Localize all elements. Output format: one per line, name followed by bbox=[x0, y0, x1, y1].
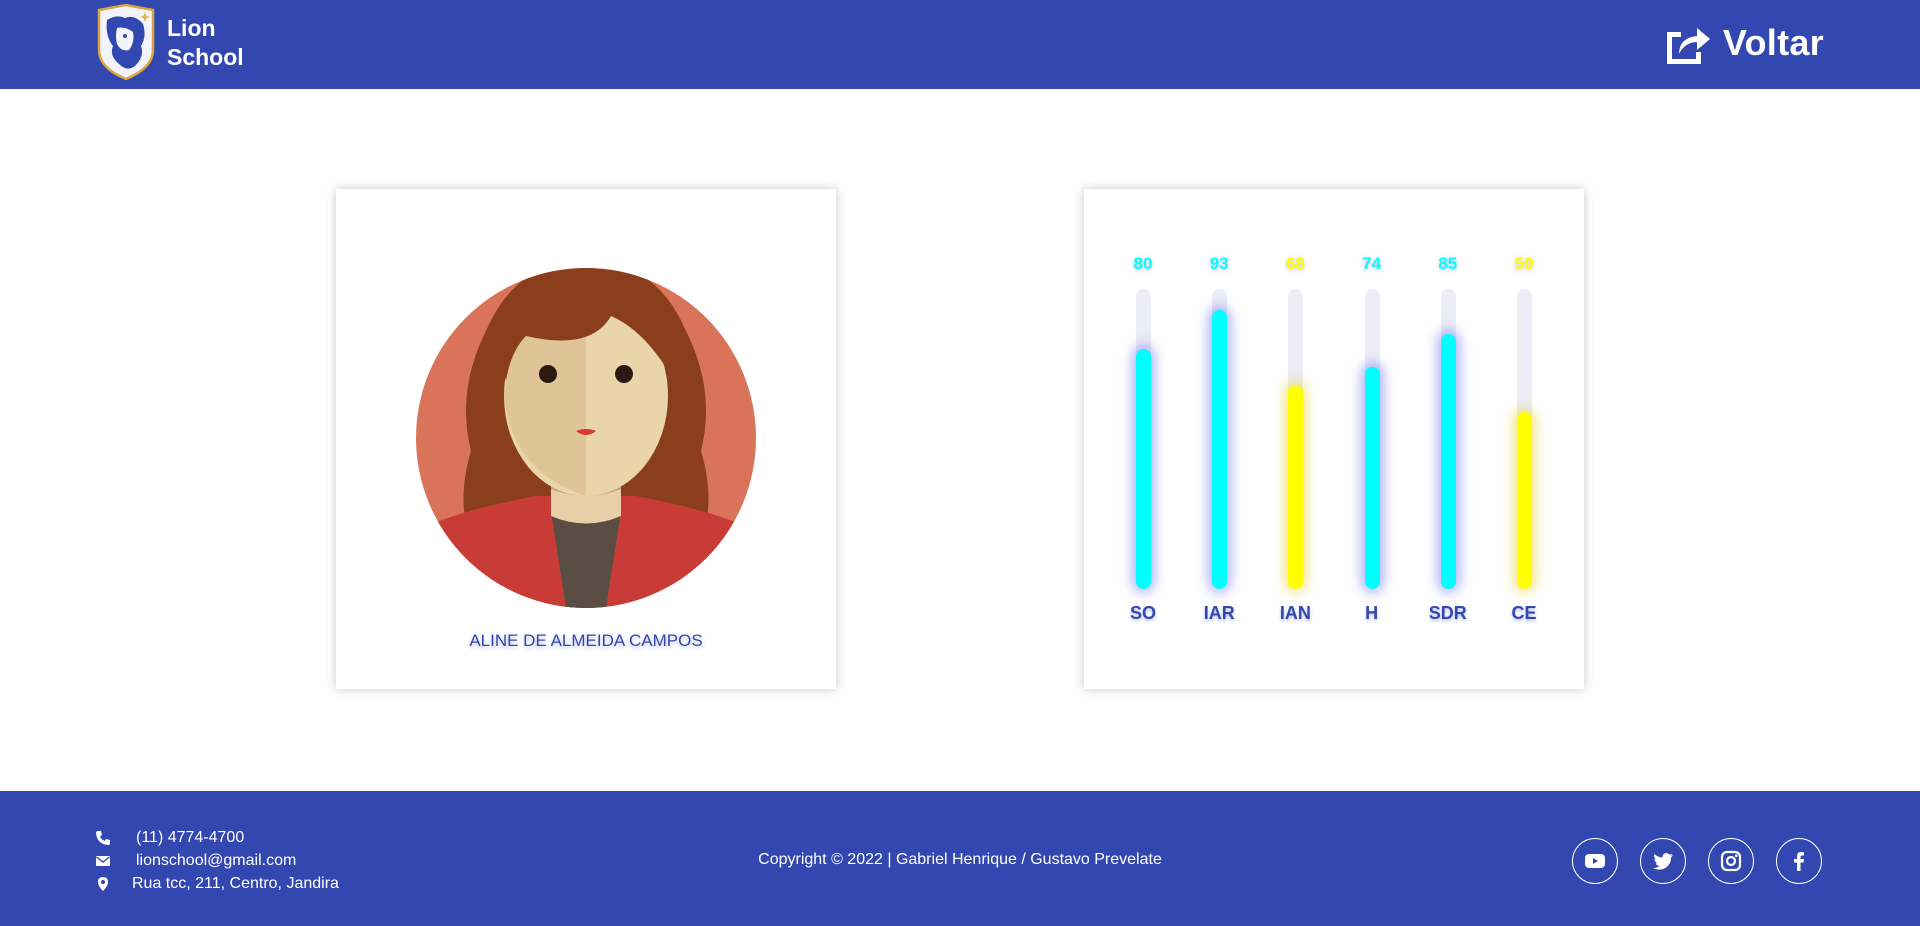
grade-value: 80 bbox=[1133, 254, 1153, 273]
twitter-link[interactable] bbox=[1640, 838, 1686, 884]
grade-bar-iar: 93 IAR bbox=[1189, 189, 1249, 689]
grade-value: 85 bbox=[1438, 254, 1458, 273]
copyright: Copyright © 2022 | Gabriel Henrique / Gu… bbox=[758, 851, 1162, 868]
grade-fill bbox=[1288, 385, 1304, 589]
facebook-icon bbox=[1794, 852, 1804, 871]
grade-track bbox=[1517, 289, 1532, 589]
grade-bar-h: 74 H bbox=[1342, 189, 1402, 689]
grade-track bbox=[1288, 289, 1304, 589]
grade-label: IAN bbox=[1279, 603, 1311, 623]
brand-line-2: School bbox=[167, 44, 244, 70]
student-card[interactable]: ALINE DE ALMEIDA CAMPOS bbox=[336, 189, 836, 689]
grade-fill bbox=[1364, 367, 1380, 589]
youtube-icon bbox=[1585, 854, 1605, 868]
grade-fill bbox=[1136, 349, 1151, 589]
grade-track bbox=[1364, 289, 1380, 589]
grade-label: SO bbox=[1129, 603, 1156, 623]
share-exit-icon bbox=[1666, 28, 1710, 64]
map-pin-icon bbox=[98, 877, 108, 891]
grade-bar-sdr: 85 SDR bbox=[1418, 189, 1478, 689]
grade-label: CE bbox=[1511, 603, 1537, 623]
grades-chart: 80 SO 93 IAR 68 IAN 74 H 85 SDR 59 CE bbox=[1084, 189, 1584, 689]
instagram-link[interactable] bbox=[1708, 838, 1754, 884]
brand-line-1: Lion bbox=[167, 15, 216, 41]
back-button[interactable]: Voltar bbox=[1661, 18, 1824, 68]
brand-name: Lion School bbox=[167, 14, 244, 72]
grade-label: IAR bbox=[1203, 603, 1235, 623]
grade-value: 93 bbox=[1209, 254, 1229, 273]
grade-track bbox=[1212, 289, 1228, 589]
student-avatar bbox=[416, 268, 756, 608]
student-name: ALINE DE ALMEIDA CAMPOS bbox=[469, 631, 703, 650]
grade-track bbox=[1440, 289, 1456, 589]
youtube-link[interactable] bbox=[1572, 838, 1618, 884]
back-label: Voltar bbox=[1722, 22, 1824, 63]
grade-bar-ian: 68 IAN bbox=[1265, 189, 1325, 689]
phone-icon bbox=[96, 831, 110, 845]
lion-school-logo[interactable] bbox=[95, 4, 157, 80]
header: Lion School Voltar bbox=[0, 0, 1920, 89]
grade-fill bbox=[1212, 310, 1228, 589]
instagram-icon bbox=[1720, 850, 1742, 872]
facebook-link[interactable] bbox=[1776, 838, 1822, 884]
contact-address: Rua tcc, 211, Centro, Jandira bbox=[95, 875, 339, 893]
address-text: Rua tcc, 211, Centro, Jandira bbox=[132, 875, 339, 892]
grade-label: H bbox=[1365, 603, 1379, 623]
grade-label: SDR bbox=[1428, 603, 1467, 623]
twitter-icon bbox=[1653, 853, 1673, 870]
grade-bar-ce: 59 CE bbox=[1494, 189, 1554, 689]
grade-value: 68 bbox=[1285, 254, 1305, 273]
grade-fill bbox=[1517, 412, 1532, 589]
grade-bar-so: 80 SO bbox=[1113, 189, 1173, 689]
phone-text: (11) 4774-4700 bbox=[136, 829, 245, 846]
contact-phone: (11) 4774-4700 bbox=[95, 829, 244, 847]
grade-fill bbox=[1440, 334, 1456, 589]
grade-track bbox=[1136, 289, 1151, 589]
grade-value: 74 bbox=[1362, 254, 1382, 273]
footer: (11) 4774-4700 lionschool@gmail.com Rua … bbox=[0, 791, 1920, 926]
grade-value: 59 bbox=[1514, 254, 1534, 273]
